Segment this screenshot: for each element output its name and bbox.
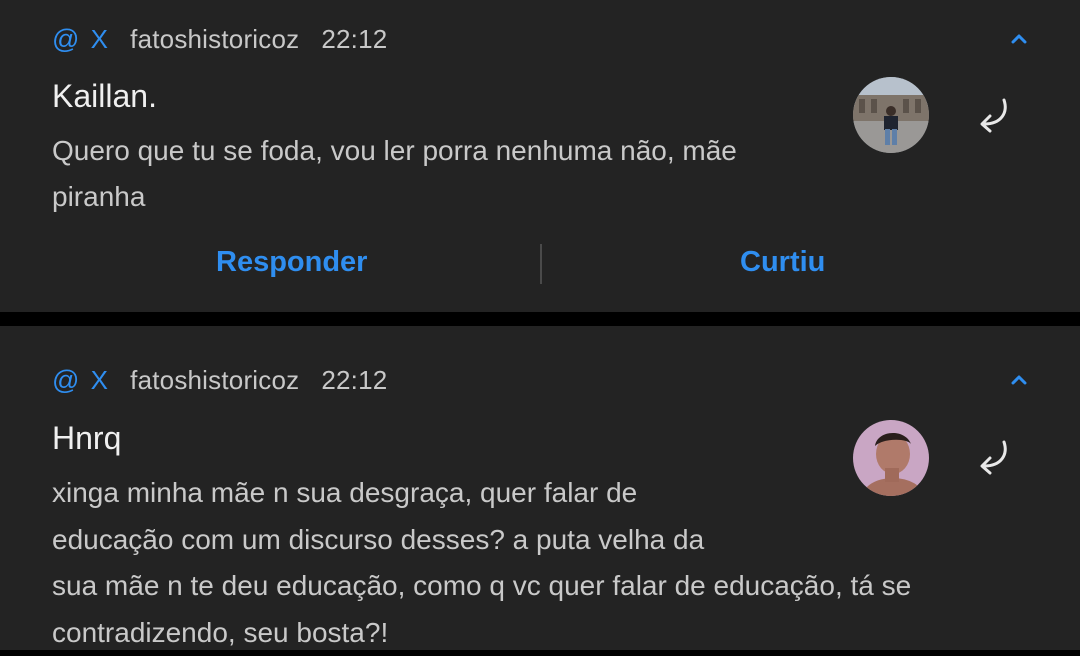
comment-line: sua mãe n te deu educação, como q vc que…	[52, 563, 911, 610]
chevron-up-icon[interactable]	[1008, 369, 1030, 391]
comment-line: Quero que tu se foda, vou ler porra nenh…	[52, 128, 737, 174]
comment-line: piranha	[52, 174, 737, 220]
comment-line: xinga minha mãe n sua desgraça, quer fal…	[52, 470, 911, 517]
chevron-up-icon[interactable]	[1008, 28, 1030, 50]
notification-card: @ X fatoshistoricoz 22:12 Kaillan. Quero…	[0, 0, 1080, 312]
account-name: fatoshistoricoz	[130, 365, 299, 396]
divider	[540, 244, 542, 284]
notification-card: @ X fatoshistoricoz 22:12 Hnrq xinga min…	[0, 326, 1080, 650]
notification-header: @ X fatoshistoricoz 22:12	[52, 363, 387, 397]
x-app-icon: X	[91, 365, 109, 396]
notification-header: @ X fatoshistoricoz 22:12	[52, 22, 387, 56]
comment-text: xinga minha mãe n sua desgraça, quer fal…	[52, 470, 911, 656]
liked-button[interactable]: Curtiu	[740, 246, 825, 279]
avatar-photo	[853, 77, 929, 153]
account-name: fatoshistoricoz	[130, 24, 299, 55]
comment-author: Hnrq	[52, 420, 121, 457]
comment-author: Kaillan.	[52, 78, 157, 115]
timestamp: 22:12	[321, 24, 387, 55]
comment-text: Quero que tu se foda, vou ler porra nenh…	[52, 128, 737, 220]
reply-arrow-icon[interactable]	[968, 94, 1014, 134]
avatar[interactable]	[853, 420, 929, 496]
mention-icon: @	[52, 365, 80, 396]
timestamp: 22:12	[321, 365, 387, 396]
avatar[interactable]	[853, 77, 929, 153]
comment-line: educação com um discurso desses? a puta …	[52, 517, 911, 564]
comment-line: contradizendo, seu bosta?!	[52, 610, 911, 656]
mention-icon: @	[52, 24, 80, 55]
reply-button[interactable]: Responder	[216, 246, 367, 279]
reply-arrow-icon[interactable]	[968, 436, 1014, 476]
action-bar: Responder Curtiu	[0, 240, 1080, 288]
x-app-icon: X	[91, 24, 109, 55]
avatar-photo	[853, 420, 929, 496]
